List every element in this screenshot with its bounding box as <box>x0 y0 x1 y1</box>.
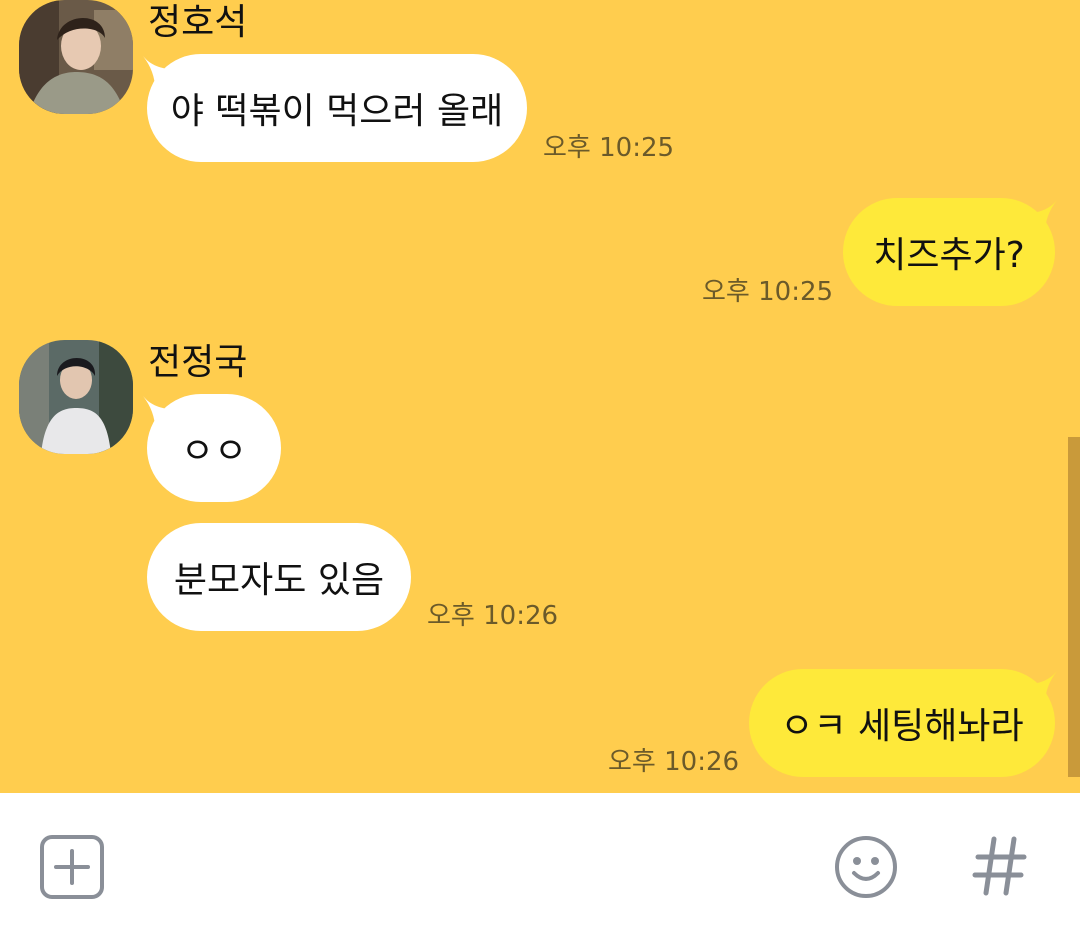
scrollbar[interactable] <box>1068 437 1080 777</box>
sender-name: 정호석 <box>148 2 248 43</box>
message-time: 오후 10:25 <box>702 277 834 307</box>
message-time: 오후 10:26 <box>608 747 740 777</box>
smiley-icon <box>835 836 897 898</box>
message-text: 야 떡볶이 먹으러 올래 <box>170 91 504 132</box>
emoji-button[interactable] <box>834 835 898 899</box>
input-bar <box>0 793 1080 938</box>
message-bubble[interactable]: 치즈추가? <box>843 198 1055 306</box>
message-bubble[interactable]: 분모자도 있음 <box>147 523 411 631</box>
message-text: 분모자도 있음 <box>173 560 385 601</box>
hash-icon <box>972 836 1027 896</box>
avatar-jung-hoseok[interactable] <box>19 0 133 114</box>
person-photo-icon <box>19 0 133 114</box>
avatar-jeon-jungkook[interactable] <box>19 340 133 454</box>
message-time: 오후 10:26 <box>427 601 559 631</box>
attach-button[interactable] <box>40 835 104 899</box>
chat-area[interactable]: 정호석 야 떡볶이 먹으러 올래 오후 10:25 치즈추가? 오후 10:25 <box>0 0 1080 793</box>
plus-square-icon <box>40 835 104 899</box>
message-text: ㅇㅋ 세팅해놔라 <box>780 706 1024 747</box>
chat-screen: 정호석 야 떡볶이 먹으러 올래 오후 10:25 치즈추가? 오후 10:25 <box>0 0 1080 938</box>
message-bubble[interactable]: ㅇㅋ 세팅해놔라 <box>749 669 1055 777</box>
message-text: ㅇㅇ <box>180 431 248 472</box>
hash-button[interactable] <box>970 833 1030 899</box>
message-text: 치즈추가? <box>873 235 1025 276</box>
sender-name: 전정국 <box>148 342 248 383</box>
person-photo-icon <box>19 340 133 454</box>
message-bubble[interactable]: ㅇㅇ <box>147 394 281 502</box>
message-time: 오후 10:25 <box>543 133 675 163</box>
message-bubble[interactable]: 야 떡볶이 먹으러 올래 <box>147 54 527 162</box>
